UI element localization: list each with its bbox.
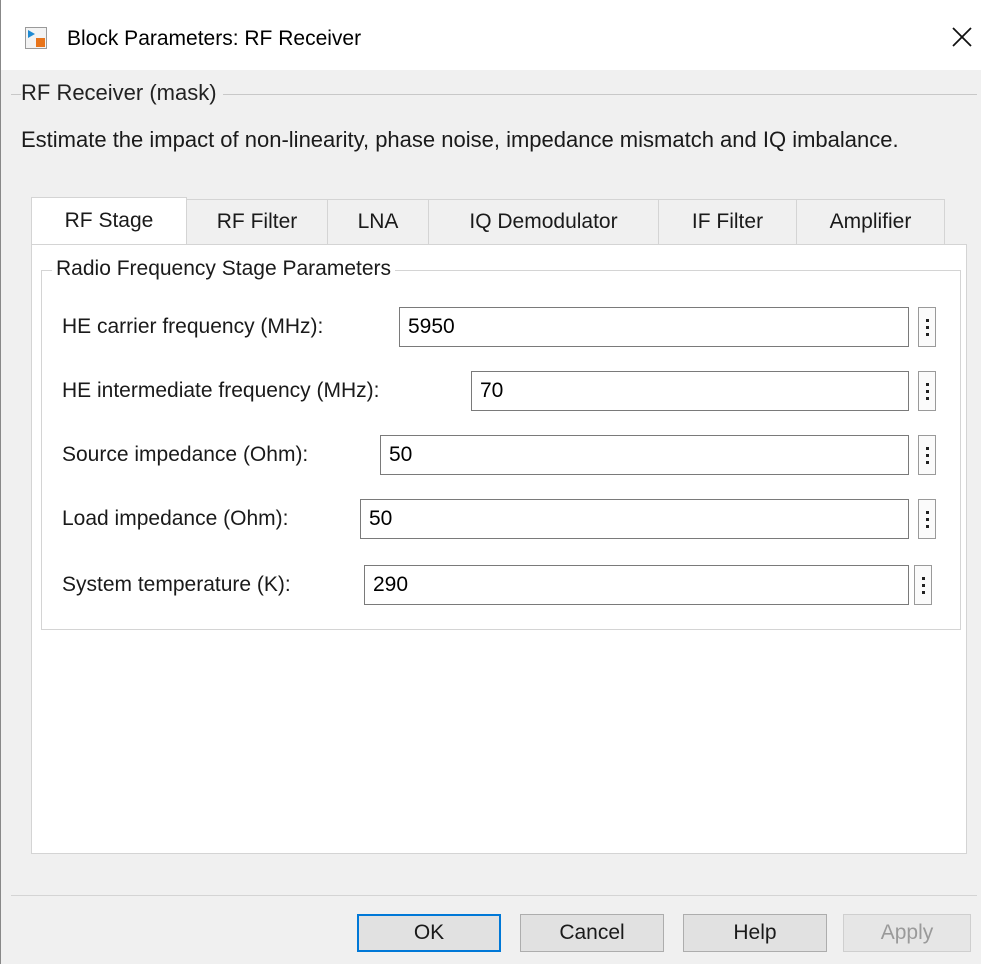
source-impedance-input[interactable] <box>380 435 909 475</box>
param-row-intermediate-frequency: HE intermediate frequency (MHz): <box>32 371 968 413</box>
param-options-button[interactable] <box>918 499 936 539</box>
rf-stage-panel: Radio Frequency Stage Parameters HE carr… <box>31 244 967 854</box>
button-bar-divider <box>11 895 977 896</box>
block-parameters-dialog: Block Parameters: RF Receiver RF Receive… <box>0 0 981 964</box>
tab-rf-filter[interactable]: RF Filter <box>187 199 328 244</box>
dot <box>925 524 929 528</box>
title-bar: Block Parameters: RF Receiver <box>1 0 981 70</box>
help-button[interactable]: Help <box>683 914 827 952</box>
param-row-source-impedance: Source impedance (Ohm): <box>32 435 968 477</box>
dot <box>925 396 929 400</box>
simulink-block-icon <box>25 27 47 49</box>
param-options-button[interactable] <box>914 565 932 605</box>
param-options-button[interactable] <box>918 307 936 347</box>
param-row-load-impedance: Load impedance (Ohm): <box>32 499 968 541</box>
intermediate-frequency-input[interactable] <box>471 371 909 411</box>
tab-bar: RF Stage RF Filter LNA IQ Demodulator IF… <box>31 197 945 245</box>
dot <box>925 389 929 393</box>
tab-lna[interactable]: LNA <box>328 199 429 244</box>
dot <box>925 510 929 514</box>
dot <box>925 332 929 336</box>
param-label: HE carrier frequency (MHz): <box>62 315 324 338</box>
dot <box>925 318 929 322</box>
tab-iq-demodulator[interactable]: IQ Demodulator <box>429 199 659 244</box>
dot <box>921 583 925 587</box>
mask-description: Estimate the impact of non-linearity, ph… <box>21 127 899 152</box>
dot <box>925 325 929 329</box>
dot <box>921 576 925 580</box>
window-title: Block Parameters: RF Receiver <box>67 27 362 50</box>
dot <box>925 453 929 457</box>
dot <box>925 446 929 450</box>
apply-button[interactable]: Apply <box>843 914 971 952</box>
param-options-button[interactable] <box>918 371 936 411</box>
dot <box>925 382 929 386</box>
cancel-button[interactable]: Cancel <box>520 914 664 952</box>
carrier-frequency-input[interactable] <box>399 307 909 347</box>
param-row-carrier-frequency: HE carrier frequency (MHz): <box>32 307 968 349</box>
close-button[interactable] <box>947 22 977 52</box>
param-label: Load impedance (Ohm): <box>62 507 289 530</box>
tab-if-filter[interactable]: IF Filter <box>659 199 797 244</box>
param-row-system-temperature: System temperature (K): <box>32 565 968 607</box>
dot <box>921 590 925 594</box>
tab-amplifier[interactable]: Amplifier <box>797 199 945 244</box>
parameter-group-title: Radio Frequency Stage Parameters <box>52 257 396 281</box>
tab-rf-stage[interactable]: RF Stage <box>31 197 187 244</box>
dot <box>925 460 929 464</box>
param-label: System temperature (K): <box>62 573 291 596</box>
mask-group-title: RF Receiver (mask) <box>21 80 223 106</box>
param-label: HE intermediate frequency (MHz): <box>62 379 380 402</box>
close-icon <box>952 27 972 47</box>
load-impedance-input[interactable] <box>360 499 909 539</box>
dot <box>925 517 929 521</box>
param-label: Source impedance (Ohm): <box>62 443 309 466</box>
system-temperature-input[interactable] <box>364 565 909 605</box>
param-options-button[interactable] <box>918 435 936 475</box>
ok-button[interactable]: OK <box>357 914 501 952</box>
